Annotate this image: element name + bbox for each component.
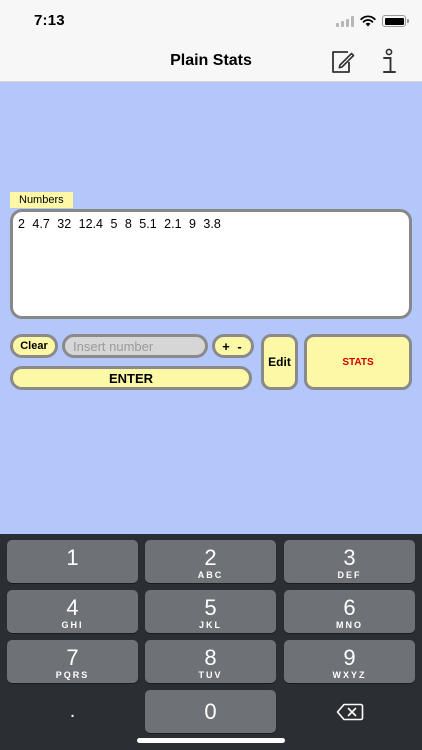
enter-button[interactable]: ENTER (10, 366, 252, 390)
key-digit: 1 (66, 545, 79, 570)
key-digit: 0 (204, 698, 217, 724)
key-0[interactable]: 0 (145, 690, 276, 733)
key-digit: 9 (343, 645, 356, 670)
key-digit: 4 (66, 595, 79, 620)
key-5[interactable]: 5 JKL (145, 590, 276, 633)
status-icons (336, 14, 409, 28)
number-input[interactable] (62, 334, 208, 358)
edit-document-icon[interactable] (330, 49, 356, 75)
status-bar: 7:13 (0, 0, 422, 42)
key-letters: TUV (198, 670, 223, 680)
key-digit: 8 (204, 645, 217, 670)
key-2[interactable]: 2 ABC (145, 540, 276, 583)
key-letters: PQRS (55, 670, 90, 680)
key-digit: 7 (66, 645, 79, 670)
plus-minus-button[interactable]: + - (212, 334, 254, 358)
numbers-text-area[interactable]: 2 4.7 32 12.4 5 8 5.1 2.1 9 3.8 (10, 209, 412, 319)
key-3[interactable]: 3 DEF (284, 540, 415, 583)
clear-button[interactable]: Clear (10, 334, 58, 358)
key-letters: JKL (198, 620, 222, 630)
key-7[interactable]: 7 PQRS (7, 640, 138, 683)
key-9[interactable]: 9 WXYZ (284, 640, 415, 683)
key-digit: 6 (343, 595, 356, 620)
edit-button[interactable]: Edit (261, 334, 298, 390)
numeric-keyboard: 1 2 ABC 3 DEF 4 GHI 5 JKL 6 MNO 7 PQRS 8… (0, 534, 422, 750)
key-4[interactable]: 4 GHI (7, 590, 138, 633)
backspace-icon (336, 703, 363, 720)
cellular-signal-icon (336, 15, 354, 27)
key-digit: 5 (204, 595, 217, 620)
main-area: Numbers 2 4.7 32 12.4 5 8 5.1 2.1 9 3.8 … (0, 82, 422, 534)
key-6[interactable]: 6 MNO (284, 590, 415, 633)
key-letters: MNO (336, 620, 363, 630)
key-digit: 3 (343, 545, 356, 570)
key-dot[interactable]: . (7, 690, 138, 733)
home-indicator (137, 738, 285, 743)
numbers-label: Numbers (10, 192, 73, 208)
key-letters: GHI (61, 620, 84, 630)
stats-button[interactable]: STATS (304, 334, 412, 390)
key-8[interactable]: 8 TUV (145, 640, 276, 683)
key-letters: ABC (197, 570, 224, 580)
page-title: Plain Stats (170, 52, 252, 69)
nav-bar: Plain Stats (0, 42, 422, 82)
backspace-key[interactable] (284, 690, 415, 733)
wifi-icon (360, 15, 376, 27)
key-letters: DEF (337, 570, 362, 580)
battery-icon (382, 15, 409, 27)
info-icon[interactable] (378, 48, 400, 76)
key-letters: WXYZ (332, 670, 367, 680)
status-time: 7:13 (34, 12, 65, 29)
key-digit: 2 (204, 545, 217, 570)
key-1[interactable]: 1 (7, 540, 138, 583)
